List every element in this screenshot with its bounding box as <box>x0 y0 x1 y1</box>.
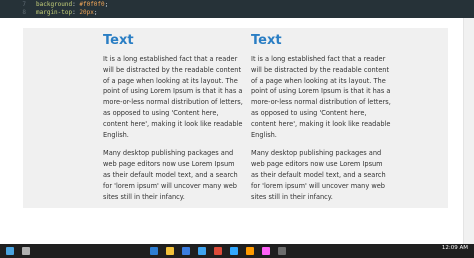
css-property: margin-top <box>36 9 73 16</box>
line-number: 7 <box>22 1 26 8</box>
xd-icon[interactable] <box>262 247 270 255</box>
column-paragraph: Many desktop publishing packages and web… <box>251 149 386 201</box>
css-value: #f0f0f0 <box>79 1 105 8</box>
terminal-icon[interactable] <box>278 247 286 255</box>
preview-card: Text It is a long established fact that … <box>23 28 448 208</box>
photoshop-icon[interactable] <box>230 247 238 255</box>
taskbar: 12:09 AM <box>0 244 474 258</box>
css-value: 20px <box>79 9 94 16</box>
column-heading: Text <box>103 33 134 48</box>
code-line: 7 background: #f0f0f0; <box>0 1 108 9</box>
text-column-left: Text It is a long established fact that … <box>103 33 243 210</box>
chrome-icon[interactable] <box>214 247 222 255</box>
clock-time: 12:09 AM <box>441 245 468 251</box>
search-icon[interactable] <box>22 247 30 255</box>
column-heading: Text <box>251 33 282 48</box>
text-column-right: Text It is a long established fact that … <box>251 33 391 210</box>
edge-icon[interactable] <box>150 247 158 255</box>
code-line: 8 margin-top: 20px; <box>0 9 97 17</box>
column-paragraph: It is a long established fact that a rea… <box>251 55 391 139</box>
folder-icon[interactable] <box>166 247 174 255</box>
column-paragraph: Many desktop publishing packages and web… <box>103 149 238 201</box>
store-icon[interactable] <box>182 247 190 255</box>
code-editor-strip: 7 background: #f0f0f0; 8 margin-top: 20px; <box>0 0 474 18</box>
vscode-icon[interactable] <box>198 247 206 255</box>
illustrator-icon[interactable] <box>246 247 254 255</box>
vertical-scrollbar[interactable] <box>463 18 474 244</box>
column-paragraph: It is a long established fact that a rea… <box>103 55 243 139</box>
start-icon[interactable] <box>6 247 14 255</box>
line-number: 8 <box>22 9 26 16</box>
system-clock[interactable]: 12:09 AM <box>442 245 468 251</box>
css-property: background <box>36 1 73 8</box>
